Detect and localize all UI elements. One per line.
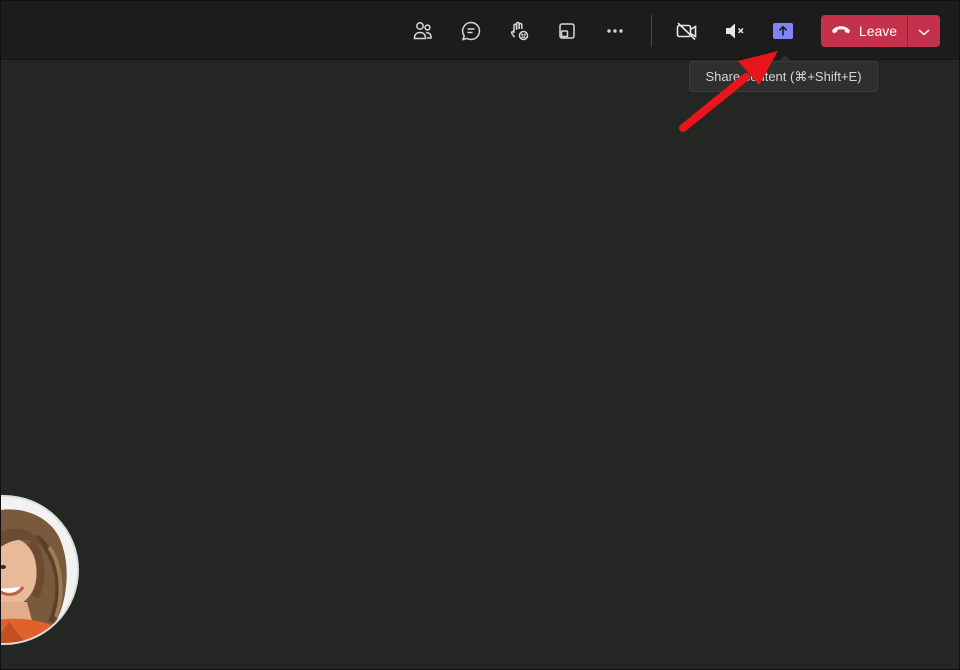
share-content-icon [773, 23, 793, 39]
speaker-muted-icon [723, 20, 747, 42]
chat-icon [460, 20, 482, 42]
mute-button[interactable] [717, 13, 753, 49]
people-button[interactable] [405, 13, 441, 49]
more-actions-button[interactable] [597, 13, 633, 49]
share-content-tooltip: Share content (⌘+Shift+E) [689, 61, 878, 92]
reactions-button[interactable] [501, 13, 537, 49]
leave-button[interactable]: Leave [821, 15, 907, 47]
leave-options-dropdown[interactable] [908, 15, 940, 47]
view-layout-icon [557, 21, 577, 41]
camera-button[interactable] [669, 13, 705, 49]
raise-hand-icon [508, 20, 530, 42]
more-actions-icon [604, 20, 626, 42]
annotation-arrow [679, 51, 778, 132]
chevron-down-icon [917, 22, 931, 41]
camera-off-icon [675, 20, 699, 42]
meeting-toolbar: Leave [1, 1, 959, 60]
view-button[interactable] [549, 13, 585, 49]
participant-avatar[interactable] [1, 495, 79, 645]
share-content-button[interactable] [765, 13, 801, 49]
leave-button-group: Leave [821, 15, 940, 47]
toolbar-divider [651, 15, 652, 47]
meeting-stage: Leave Share content (⌘+Shift+E) [0, 0, 960, 670]
chat-button[interactable] [453, 13, 489, 49]
leave-label: Leave [858, 23, 898, 39]
people-icon [412, 20, 434, 42]
phone-hangup-icon [831, 23, 851, 39]
